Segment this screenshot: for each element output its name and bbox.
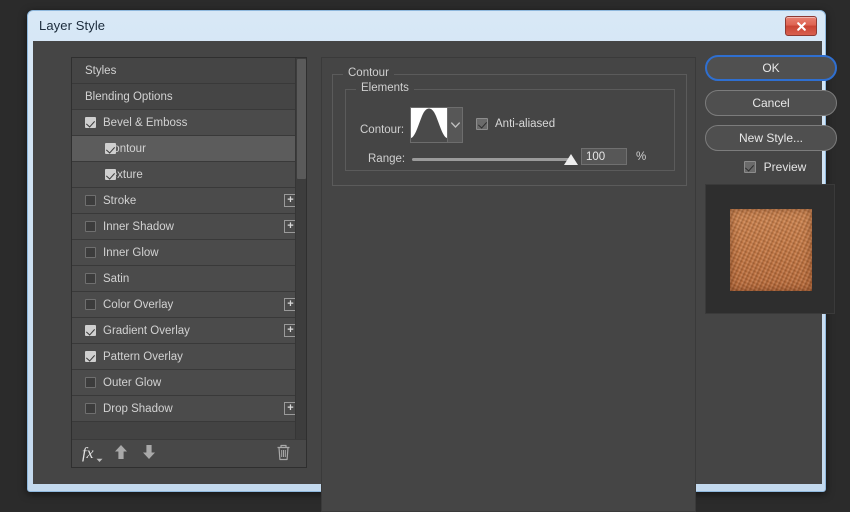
style-row-label: Styles <box>85 64 117 77</box>
dialog-body: Styles Blending Options Bevel & Emboss Cont… <box>33 41 837 512</box>
antialiased-checkbox[interactable]: Anti-aliased <box>476 118 555 130</box>
style-row-stroke[interactable]: Stroke + <box>72 188 306 214</box>
elements-group: Elements Contour: Anti-aliased Range: 10… <box>345 82 675 171</box>
style-row-label: Blending Options <box>85 90 173 103</box>
slider-thumb-triangle[interactable] <box>564 154 578 165</box>
chevron-down-icon[interactable] <box>447 108 462 142</box>
contour-field-label: Contour: <box>360 124 405 136</box>
fx-menu-icon[interactable]: fx <box>82 444 103 464</box>
antialiased-label: Anti-aliased <box>495 118 556 130</box>
style-row-checkbox[interactable] <box>85 273 96 284</box>
style-row-checkbox[interactable] <box>85 221 96 232</box>
preview-checkbox-box[interactable] <box>743 161 756 173</box>
close-button[interactable] <box>785 16 817 36</box>
cancel-button[interactable]: Cancel <box>705 90 837 116</box>
range-field-label: Range: <box>368 153 406 165</box>
contour-group: Contour Elements Contour: Anti-aliased R… <box>332 67 687 186</box>
style-row-satin[interactable]: Satin <box>72 266 306 292</box>
orange-texture-swatch <box>730 209 812 291</box>
right-column: OK Cancel New Style... Preview <box>705 55 845 314</box>
style-row-gradient-overlay[interactable]: Gradient Overlay + <box>72 318 306 344</box>
style-row-checkbox[interactable] <box>85 377 96 388</box>
range-input[interactable] <box>581 148 627 165</box>
style-row-checkbox[interactable] <box>85 351 96 362</box>
style-row-inner-shadow[interactable]: Inner Shadow + <box>72 214 306 240</box>
style-row-blending-options[interactable]: Blending Options <box>72 84 306 110</box>
window-title: Layer Style <box>39 18 106 33</box>
contour-curve-thumbnail <box>411 108 447 142</box>
style-row-outer-glow[interactable]: Outer Glow <box>72 370 306 396</box>
style-row-pattern-overlay[interactable]: Pattern Overlay <box>72 344 306 370</box>
title-bar[interactable]: Layer Style <box>28 11 825 41</box>
style-row-contour[interactable]: Contour <box>72 136 306 162</box>
range-slider-track <box>412 158 572 161</box>
style-row-checkbox[interactable] <box>85 325 96 336</box>
style-row-checkbox[interactable] <box>105 143 116 154</box>
styles-panel: Styles Blending Options Bevel & Emboss Cont… <box>71 57 307 468</box>
elements-group-title: Elements <box>356 82 414 94</box>
style-row-inner-glow[interactable]: Inner Glow <box>72 240 306 266</box>
antialiased-checkbox-box[interactable] <box>476 118 488 130</box>
style-row-bevel-emboss[interactable]: Bevel & Emboss <box>72 110 306 136</box>
style-row-checkbox[interactable] <box>105 169 116 180</box>
style-row-drop-shadow[interactable]: Drop Shadow + <box>72 396 306 422</box>
style-row-checkbox[interactable] <box>85 299 96 310</box>
scrollbar-thumb[interactable] <box>297 59 306 179</box>
contour-group-title: Contour <box>343 67 394 79</box>
style-row-checkbox[interactable] <box>85 117 96 128</box>
range-slider[interactable] <box>412 154 578 165</box>
fx-chevron-icon <box>96 458 103 462</box>
close-x-icon <box>796 21 806 31</box>
style-row-texture[interactable]: Texture <box>72 162 306 188</box>
settings-panel: Contour Elements Contour: Anti-aliased R… <box>321 57 696 512</box>
styles-toolbar: fx <box>72 439 306 467</box>
arrow-up-icon[interactable] <box>114 444 134 464</box>
styles-list-scrollbar[interactable] <box>295 58 306 439</box>
trash-icon[interactable] <box>276 444 296 464</box>
style-row-styles[interactable]: Styles <box>72 58 306 84</box>
preview-label: Preview <box>763 160 807 174</box>
new-style-button[interactable]: New Style... <box>705 125 837 151</box>
layer-style-dialog: Layer Style Styles Blending Options Bevel … <box>27 10 837 512</box>
preview-checkbox[interactable]: Preview <box>705 160 845 174</box>
arrow-down-icon[interactable] <box>142 444 162 464</box>
style-row-checkbox[interactable] <box>85 247 96 258</box>
style-row-checkbox[interactable] <box>85 195 96 206</box>
style-row-label: Stroke <box>103 194 137 207</box>
fx-label: fx <box>82 445 94 462</box>
style-row-label: Satin <box>103 272 130 285</box>
preview-box <box>705 184 835 314</box>
style-row-color-overlay[interactable]: Color Overlay + <box>72 292 306 318</box>
contour-picker[interactable] <box>410 107 463 143</box>
style-row-checkbox[interactable] <box>85 403 96 414</box>
styles-list[interactable]: Styles Blending Options Bevel & Emboss Cont… <box>72 58 306 439</box>
range-unit-label: % <box>636 151 647 163</box>
ok-button[interactable]: OK <box>705 55 837 81</box>
